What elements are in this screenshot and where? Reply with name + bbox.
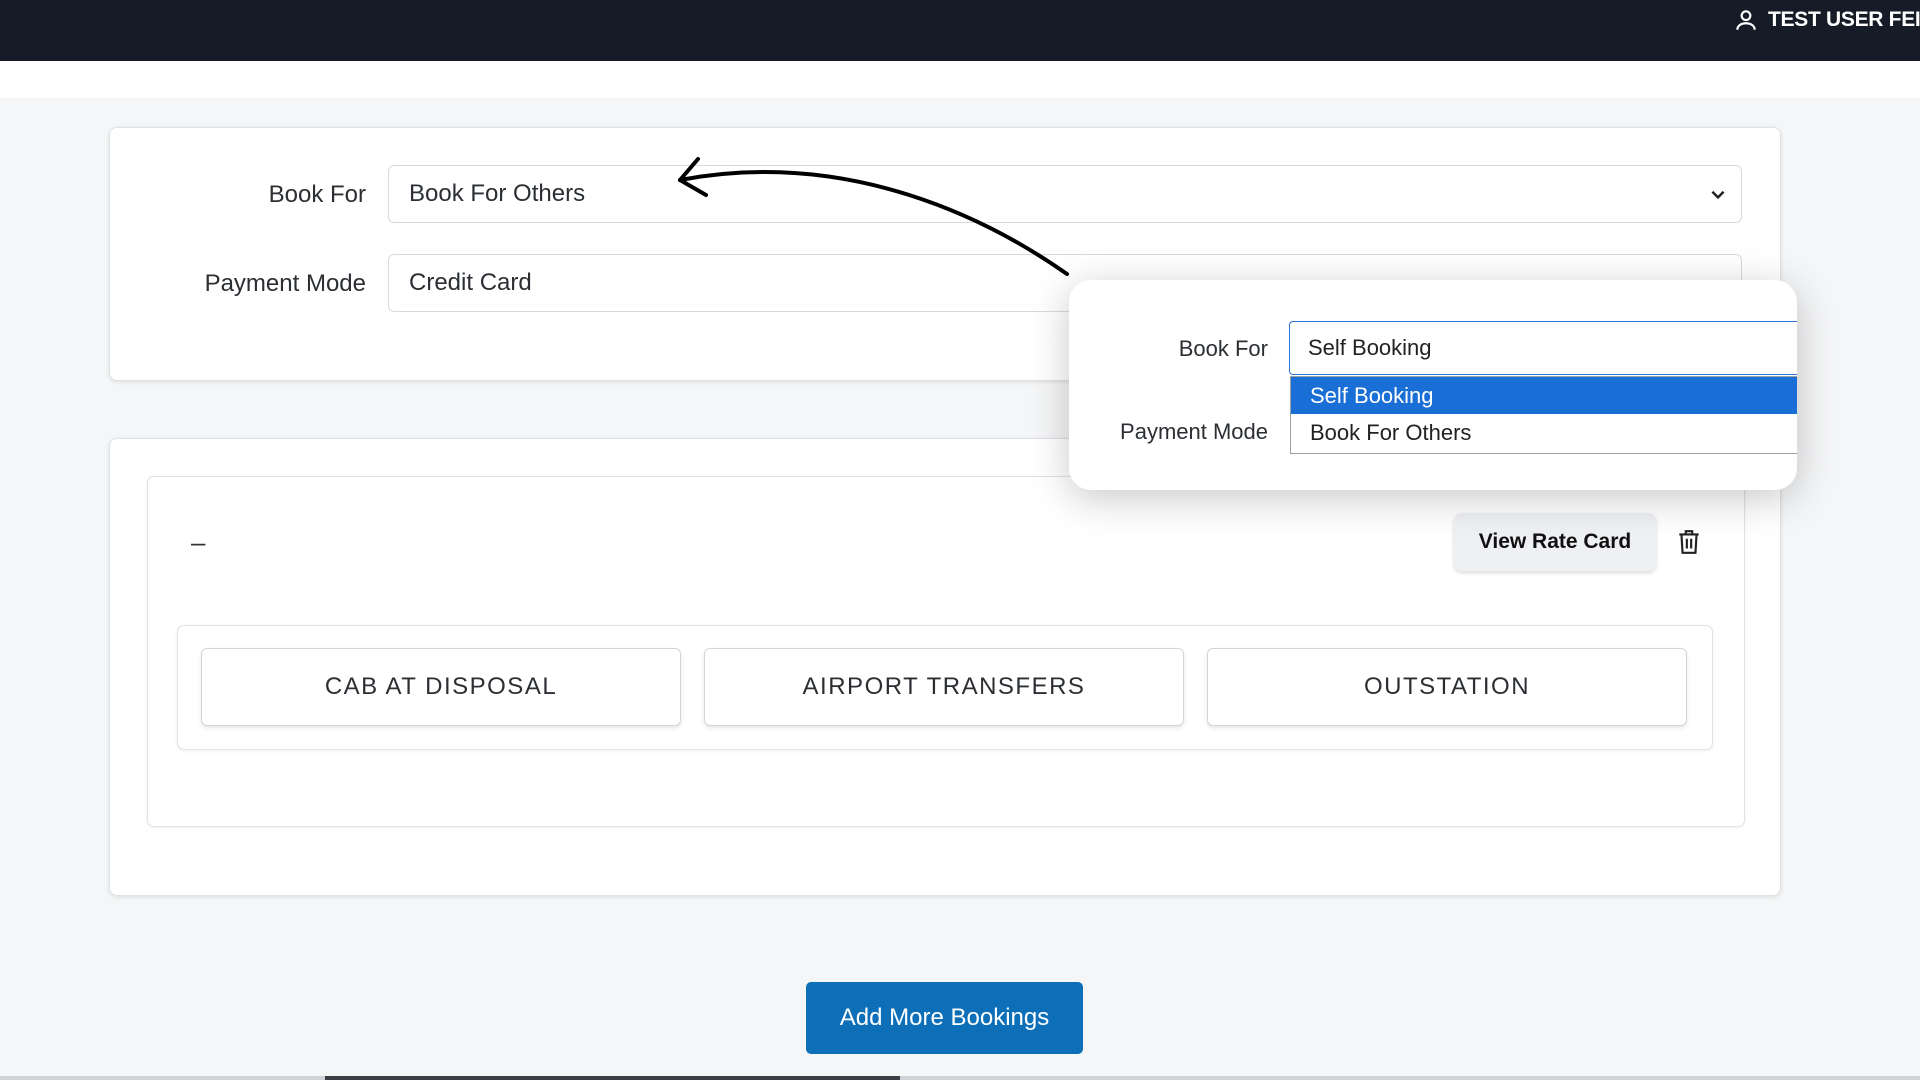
callout-payment-mode-label: Payment Mode (1120, 419, 1268, 444)
airport-transfers-button[interactable]: AIRPORT TRANSFERS (704, 648, 1184, 726)
payment-mode-label: Payment Mode (204, 270, 366, 297)
chevron-down-icon (1711, 190, 1725, 200)
user-icon (1736, 10, 1756, 30)
bottom-scroll-thumb[interactable] (325, 1076, 900, 1080)
add-more-bookings-button[interactable]: Add More Bookings (806, 982, 1083, 1054)
book-for-label: Book For (268, 181, 366, 208)
view-rate-card-button[interactable]: View Rate Card (1454, 513, 1656, 571)
callout-book-for-label: Book For (1178, 336, 1268, 361)
booking-title-dash: – (191, 527, 206, 557)
top-navbar: TEST USER FEI (0, 0, 1920, 61)
outstation-button[interactable]: OUTSTATION (1207, 648, 1687, 726)
option-book-for-others[interactable]: Book For Others (1291, 414, 1797, 451)
user-name: TEST USER FEI (1768, 8, 1920, 31)
option-self-booking[interactable]: Self Booking (1291, 377, 1797, 414)
annotation-arrow (678, 157, 1069, 276)
payment-mode-value: Credit Card (409, 269, 532, 296)
user-menu[interactable]: TEST USER FEI (1733, 6, 1920, 34)
bottom-scroll-track (0, 1076, 1920, 1080)
cab-at-disposal-button[interactable]: CAB AT DISPOSAL (201, 648, 681, 726)
trash-icon[interactable] (1676, 528, 1702, 556)
book-for-options-list: Self Booking Book For Others (1290, 376, 1797, 454)
callout-book-for-select[interactable]: Self Booking (1289, 321, 1797, 375)
book-for-value: Book For Others (409, 180, 586, 207)
header-spacer (0, 61, 1920, 98)
